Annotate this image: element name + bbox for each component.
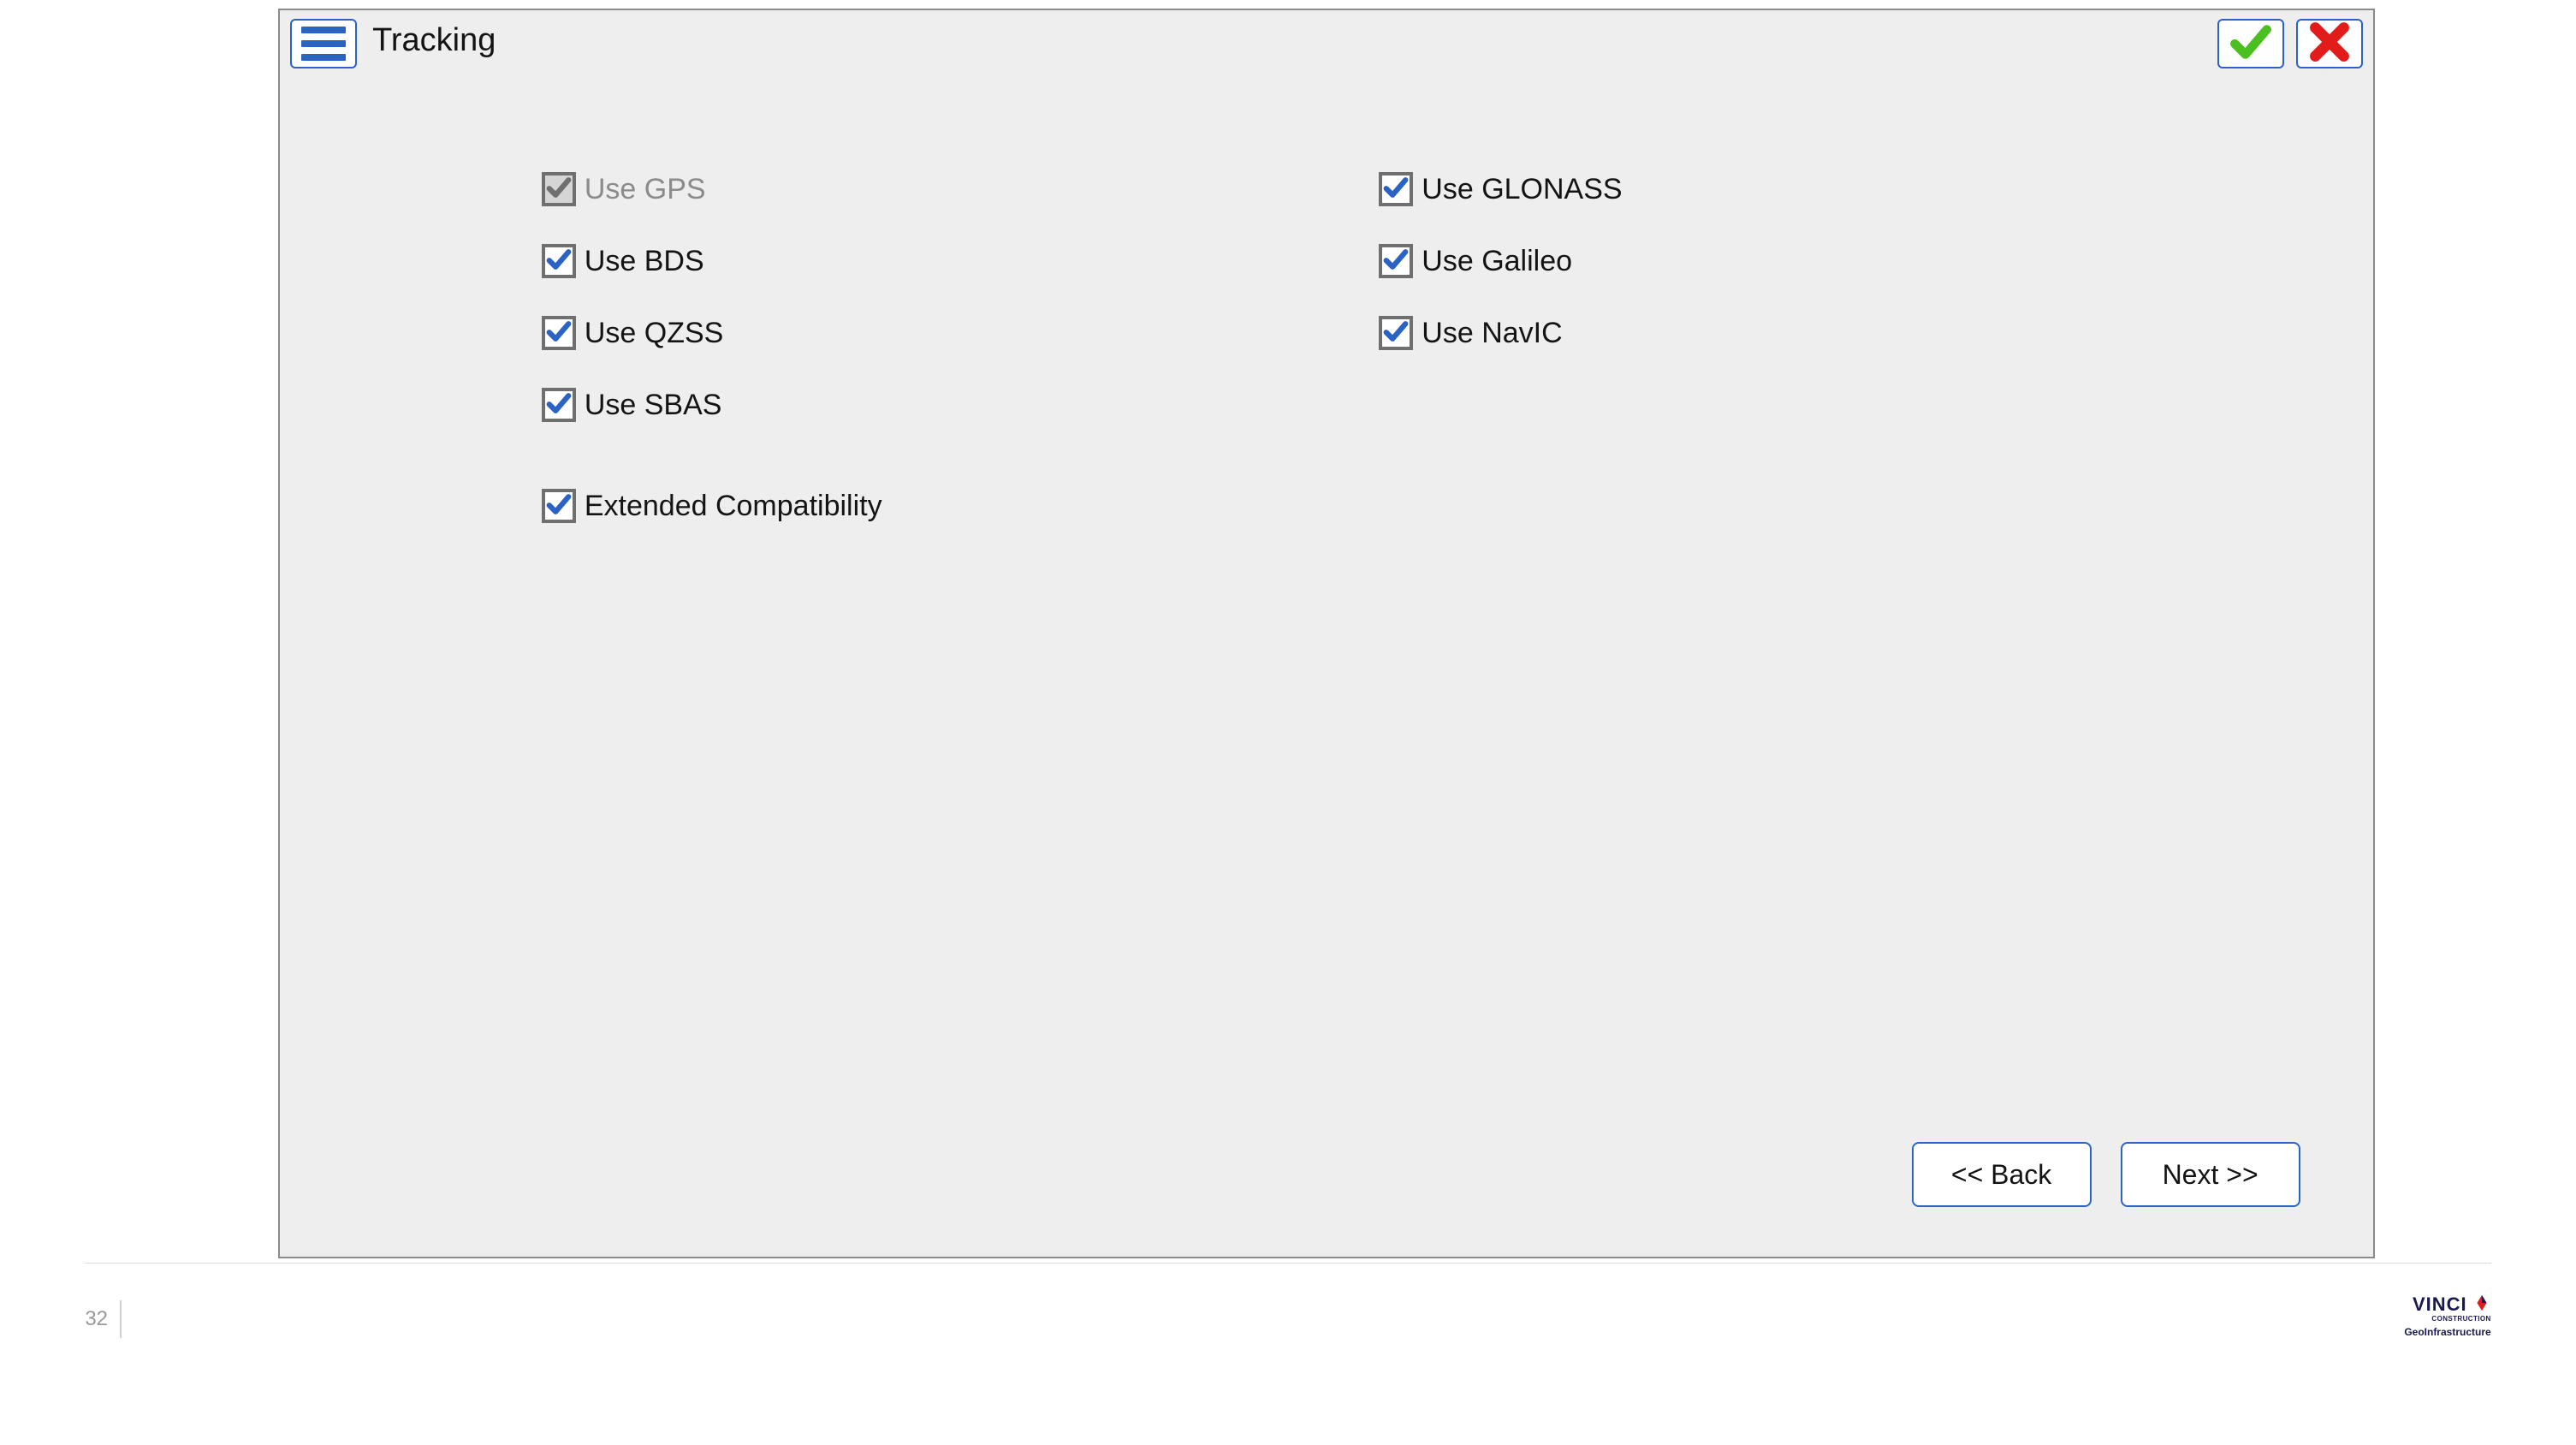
options-area: Use GPS Use GLONASS Use BDS — [542, 172, 2217, 561]
checkbox-navic[interactable] — [1379, 316, 1413, 350]
brand-name: VINCI — [2413, 1293, 2467, 1316]
header-row: Tracking — [290, 19, 2363, 68]
brand-subtitle-2: GeoInfrastructure — [2404, 1326, 2490, 1338]
footer-divider — [85, 1263, 2490, 1264]
label-galileo: Use Galileo — [1422, 245, 1572, 278]
tracking-panel: Tracking Use GP — [278, 9, 2375, 1258]
label-sbas: Use SBAS — [585, 389, 722, 422]
checkmark-icon — [546, 175, 572, 205]
next-button[interactable]: Next >> — [2121, 1142, 2300, 1207]
cancel-button[interactable] — [2296, 19, 2363, 68]
checkbox-qzss[interactable] — [542, 316, 576, 350]
confirm-button[interactable] — [2217, 19, 2284, 68]
checkbox-extended-compat[interactable] — [542, 489, 576, 523]
checkmark-icon — [546, 318, 572, 348]
checkmark-icon — [2229, 21, 2272, 68]
hamburger-icon — [301, 40, 346, 47]
brand-logo-icon — [2472, 1293, 2491, 1317]
page-title: Tracking — [372, 19, 496, 59]
menu-button[interactable] — [290, 19, 357, 68]
header-actions — [2217, 19, 2363, 68]
checkbox-sbas[interactable] — [542, 388, 576, 422]
checkmark-icon — [546, 247, 572, 277]
checkbox-gps — [542, 172, 576, 206]
label-qzss: Use QZSS — [585, 317, 723, 350]
back-button[interactable]: << Back — [1912, 1142, 2092, 1207]
checkmark-icon — [1383, 247, 1409, 277]
brand-block: VINCI CONSTRUCTION GeoInfrastructure — [2404, 1293, 2490, 1338]
label-gps: Use GPS — [585, 173, 706, 206]
checkmark-icon — [1383, 175, 1409, 205]
label-extended-compat: Extended Compatibility — [585, 490, 882, 523]
checkbox-galileo[interactable] — [1379, 244, 1413, 278]
hamburger-icon — [301, 54, 346, 61]
page-number: 32 — [85, 1300, 122, 1338]
hamburger-icon — [301, 27, 346, 33]
checkmark-icon — [1383, 318, 1409, 348]
checkbox-bds[interactable] — [542, 244, 576, 278]
checkmark-icon — [546, 491, 572, 521]
wizard-nav: << Back Next >> — [1912, 1142, 2300, 1207]
close-icon — [2308, 21, 2351, 68]
label-navic: Use NavIC — [1422, 317, 1562, 350]
label-glonass: Use GLONASS — [1422, 173, 1622, 206]
checkmark-icon — [546, 390, 572, 420]
checkbox-glonass[interactable] — [1379, 172, 1413, 206]
label-bds: Use BDS — [585, 245, 704, 278]
